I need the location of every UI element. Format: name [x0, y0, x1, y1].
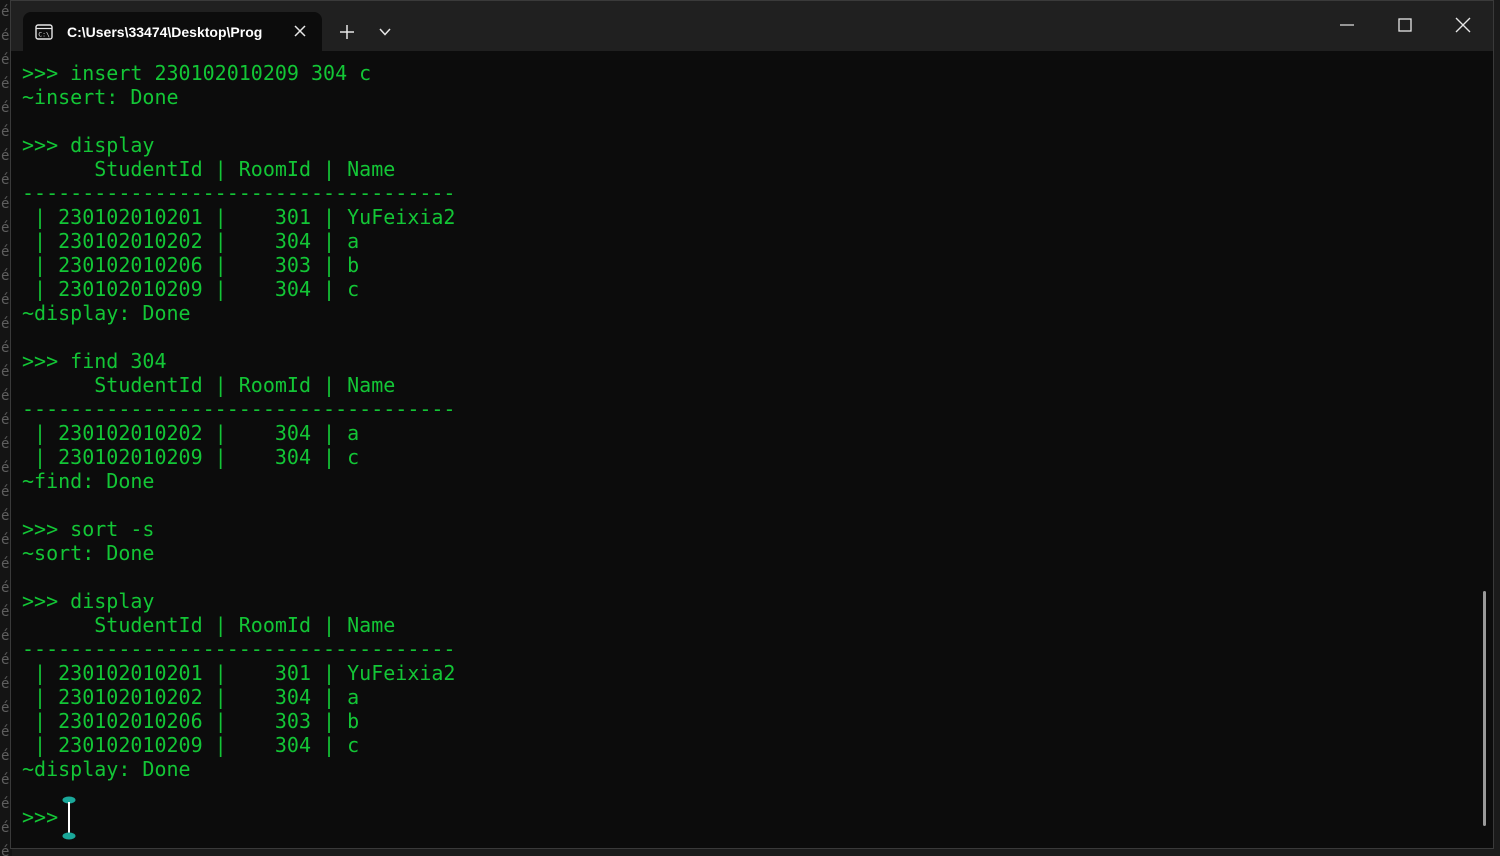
terminal-line: >>> sort -s [22, 517, 155, 541]
svg-text:C:\: C:\ [38, 30, 50, 38]
terminal-line: ------------------------------------ [22, 637, 456, 661]
title-bar[interactable]: C:\ C:\Users\33474\Desktop\Prog [11, 1, 1493, 51]
close-icon[interactable] [292, 23, 308, 39]
plus-icon[interactable] [338, 23, 356, 41]
terminal-line: | 230102010209 | 304 | c [22, 277, 360, 301]
terminal-line: ------------------------------------ [22, 397, 456, 421]
terminal-line: ~display: Done [22, 757, 191, 781]
terminal-line: | 230102010209 | 304 | c [22, 733, 360, 757]
terminal-line: StudentId | RoomId | Name [22, 157, 396, 181]
terminal-line: StudentId | RoomId | Name [22, 613, 396, 637]
chevron-down-icon[interactable] [378, 25, 392, 39]
tab-active[interactable]: C:\ C:\Users\33474\Desktop\Prog [23, 12, 322, 51]
terminal-line: ------------------------------------ [22, 181, 456, 205]
terminal-line: | 230102010209 | 304 | c [22, 445, 360, 469]
terminal-line: | 230102010201 | 301 | YuFeixia2 [22, 205, 456, 229]
maximize-icon[interactable] [1397, 17, 1413, 33]
terminal-line: >>> find 304 [22, 349, 167, 373]
terminal-output[interactable]: >>> insert 230102010209 304 c ~insert: Do… [22, 61, 1473, 848]
terminal-line: >>> [22, 805, 59, 829]
terminal-line: >>> display [22, 133, 155, 157]
terminal-line: StudentId | RoomId | Name [22, 373, 396, 397]
terminal-line: ~find: Done [22, 469, 155, 493]
terminal-line: | 230102010202 | 304 | a [22, 229, 360, 253]
terminal-line: | 230102010202 | 304 | a [22, 685, 360, 709]
terminal-line: | 230102010206 | 303 | b [22, 709, 360, 733]
terminal-line: >>> display [22, 589, 155, 613]
terminal-line: ~display: Done [22, 301, 191, 325]
terminal-line: ~sort: Done [22, 541, 155, 565]
terminal-line: >>> insert 230102010209 304 c [22, 61, 372, 85]
terminal-line: | 230102010206 | 303 | b [22, 253, 360, 277]
minimize-icon[interactable] [1339, 17, 1355, 33]
text-cursor-icon [61, 796, 77, 840]
terminal-window: C:\ C:\Users\33474\Desktop\Prog >>> inse… [10, 0, 1494, 849]
terminal-icon: C:\ [35, 23, 53, 40]
terminal-line: | 230102010201 | 301 | YuFeixia2 [22, 661, 456, 685]
terminal-line: | 230102010202 | 304 | a [22, 421, 360, 445]
terminal-line: ~insert: Done [22, 85, 179, 109]
close-window-icon[interactable] [1455, 17, 1471, 33]
scrollbar-thumb[interactable] [1483, 591, 1486, 826]
tab-title: C:\Users\33474\Desktop\Prog [67, 23, 263, 40]
